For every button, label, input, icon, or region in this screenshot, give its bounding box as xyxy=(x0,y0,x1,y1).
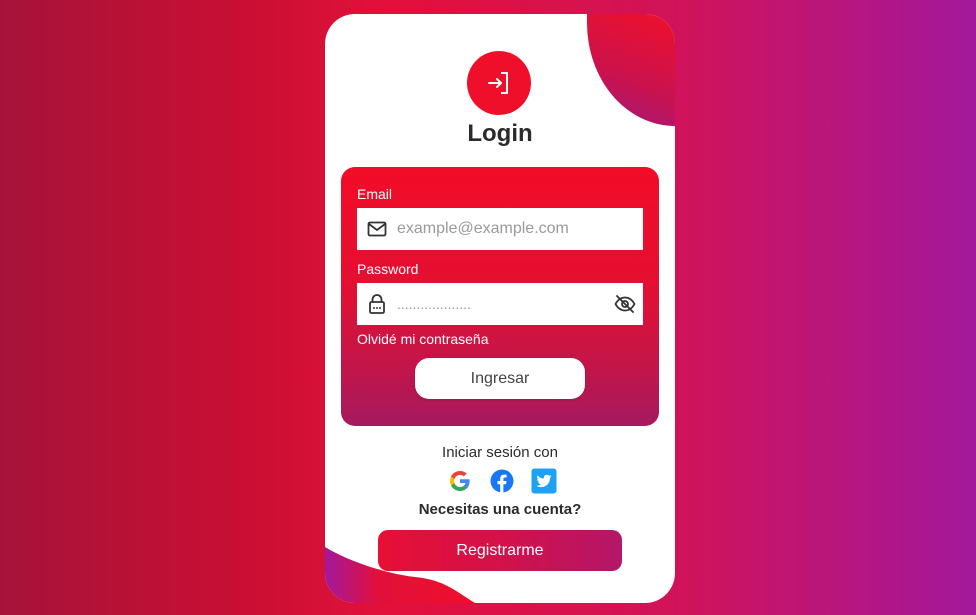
mail-icon xyxy=(357,221,397,237)
password-field[interactable]: ................... xyxy=(357,283,643,325)
eye-off-icon[interactable] xyxy=(607,295,643,313)
login-arrow-icon xyxy=(467,51,531,115)
register-button[interactable]: Registrarme xyxy=(378,530,622,571)
lock-icon xyxy=(357,294,397,314)
login-button[interactable]: Ingresar xyxy=(415,358,585,399)
email-label: Email xyxy=(357,186,393,202)
password-mask: ................... xyxy=(397,296,471,312)
decorative-wave-top-right xyxy=(587,14,675,126)
email-field[interactable]: example@example.com xyxy=(357,208,643,250)
login-form: Email example@example.com Password .....… xyxy=(341,167,659,426)
twitter-icon[interactable] xyxy=(531,468,557,494)
password-label: Password xyxy=(357,261,419,277)
social-login-title: Iniciar sesión con xyxy=(442,444,558,461)
email-placeholder: example@example.com xyxy=(397,220,569,237)
page-title: Login xyxy=(467,120,533,147)
facebook-icon[interactable] xyxy=(489,468,515,494)
google-icon[interactable] xyxy=(447,468,473,494)
register-question: Necesitas una cuenta? xyxy=(418,501,582,518)
social-login-buttons xyxy=(447,467,557,495)
login-card: Login Email example@example.com Password xyxy=(325,14,675,603)
forgot-password-link[interactable]: Olvidé mi contraseña xyxy=(357,331,489,347)
